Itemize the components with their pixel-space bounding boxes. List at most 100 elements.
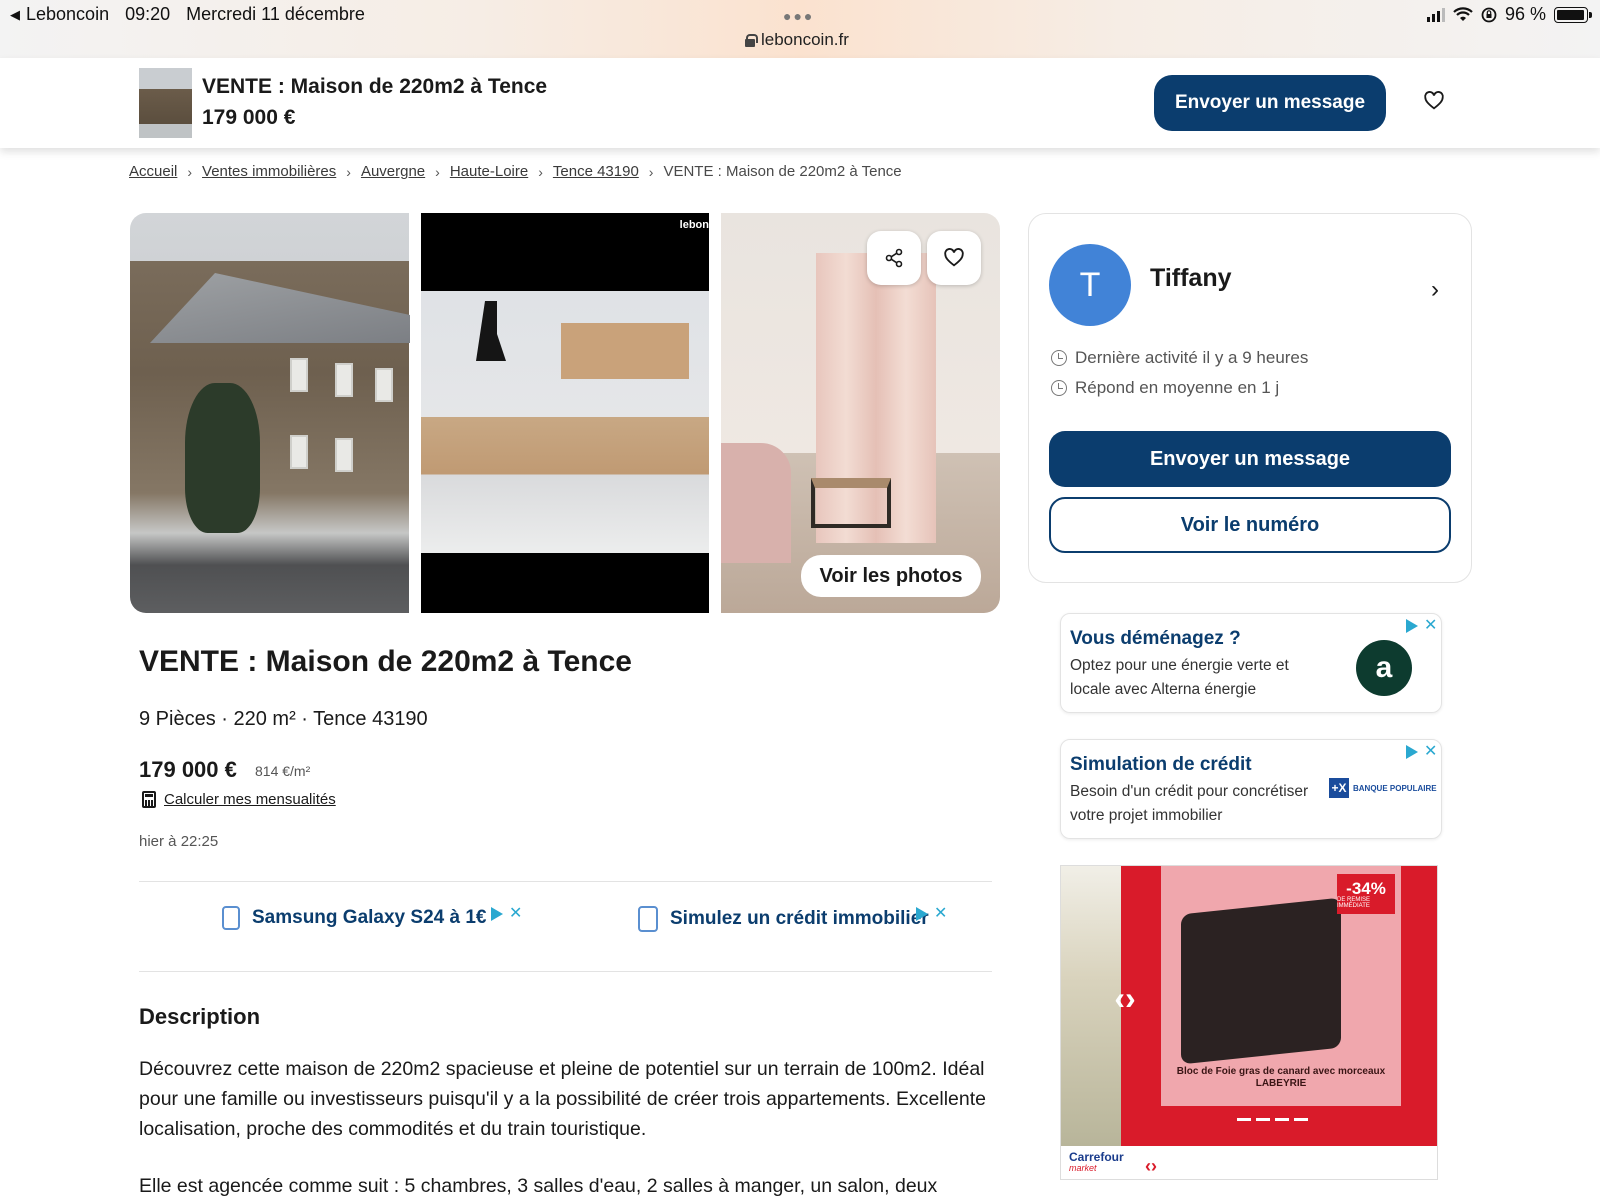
description-paragraph: Elle est agencée comme suit : 5 chambres… bbox=[139, 1175, 938, 1197]
ad-thumbnail[interactable] bbox=[139, 68, 192, 138]
bp-mark-icon: +X bbox=[1329, 778, 1349, 798]
divider bbox=[139, 881, 992, 882]
battery-percent: 96 % bbox=[1504, 4, 1546, 24]
carrefour-banner-ad[interactable]: ‹› -34% DE REMISE IMMÉDIATE Bloc de Foie… bbox=[1060, 865, 1438, 1180]
sticky-message-button[interactable]: Envoyer un message bbox=[1154, 75, 1386, 131]
ios-status-bar: ◀ Leboncoin 09:20 Mercredi 11 décembre ●… bbox=[0, 0, 1600, 58]
view-photos-button[interactable]: Voir les photos bbox=[801, 555, 981, 597]
send-message-button[interactable]: Envoyer un message bbox=[1049, 431, 1451, 487]
chevron-right-icon: › bbox=[538, 163, 543, 180]
cabinet-shape bbox=[561, 323, 689, 379]
wifi-icon bbox=[1453, 6, 1473, 21]
roof-shape bbox=[150, 273, 410, 343]
brand-name: Carrefour bbox=[1069, 1150, 1124, 1164]
window-shape bbox=[335, 363, 353, 397]
back-arrow-icon[interactable]: ◀ bbox=[10, 7, 20, 23]
share-icon bbox=[885, 248, 903, 268]
watermark: lebon bbox=[679, 219, 709, 231]
window-shape bbox=[290, 435, 308, 469]
back-app-label[interactable]: Leboncoin bbox=[26, 4, 109, 25]
seller-name[interactable]: Tiffany bbox=[1150, 264, 1232, 293]
signal-icon bbox=[1426, 7, 1445, 22]
carrefour-logo-icon: ‹› bbox=[1114, 979, 1136, 1016]
seller-card: T Tiffany › Dernière activité il y a 9 h… bbox=[1028, 213, 1472, 583]
side-ad-alterna[interactable]: Vous déménagez ? Optez pour une énergie … bbox=[1060, 613, 1442, 713]
window-shape bbox=[335, 438, 353, 472]
brand-sub: market bbox=[1069, 1163, 1097, 1173]
close-icon[interactable]: ✕ bbox=[509, 906, 522, 922]
adchoices-badge[interactable]: ✕ bbox=[1406, 744, 1437, 760]
discount-sub: DE REMISE IMMÉDIATE bbox=[1337, 896, 1371, 909]
lock-icon bbox=[745, 34, 758, 47]
chevron-right-icon[interactable]: › bbox=[1431, 276, 1439, 304]
favorite-button[interactable] bbox=[927, 231, 981, 285]
description-title: Description bbox=[139, 1004, 261, 1029]
last-activity: Dernière activité il y a 9 heures bbox=[1051, 348, 1308, 368]
adchoices-badge[interactable]: ✕ bbox=[491, 906, 522, 922]
table-shape bbox=[811, 478, 891, 528]
heart-icon bbox=[944, 248, 964, 267]
clock-icon bbox=[1051, 380, 1067, 396]
foie-gras-package bbox=[1181, 897, 1341, 1065]
close-icon[interactable]: ✕ bbox=[934, 906, 947, 922]
ad-price: 179 000 € bbox=[139, 757, 237, 782]
price-per-m2: 814 €/m² bbox=[255, 763, 311, 779]
avatar[interactable]: T bbox=[1049, 244, 1131, 326]
breadcrumb-home[interactable]: Accueil bbox=[129, 163, 177, 180]
promo-credit[interactable]: Simulez un crédit immobilier bbox=[638, 906, 929, 932]
photo-house-exterior[interactable] bbox=[130, 213, 410, 613]
calculator-icon bbox=[638, 906, 658, 932]
clock-icon bbox=[1051, 350, 1067, 366]
breadcrumb-region[interactable]: Auvergne bbox=[361, 163, 425, 180]
heart-icon[interactable] bbox=[1423, 90, 1445, 112]
ad-date: hier à 22:25 bbox=[139, 833, 219, 850]
multitask-dots-icon[interactable]: ●●● bbox=[783, 8, 814, 24]
rotation-lock-icon bbox=[1481, 7, 1497, 22]
close-icon[interactable]: ✕ bbox=[1424, 618, 1437, 634]
side-ad-text: Optez pour une énergie verte et locale a… bbox=[1070, 657, 1289, 698]
sticky-ad-header: VENTE : Maison de 220m2 à Tence 179 000 … bbox=[0, 58, 1600, 148]
promo-samsung[interactable]: Samsung Galaxy S24 à 1€ bbox=[222, 906, 486, 930]
breadcrumb-category[interactable]: Ventes immobilières bbox=[202, 163, 336, 180]
status-left: ◀ Leboncoin 09:20 Mercredi 11 décembre bbox=[10, 4, 365, 25]
status-date: Mercredi 11 décembre bbox=[186, 4, 365, 24]
adchoices-icon bbox=[916, 907, 928, 921]
sticky-price: 179 000 € bbox=[202, 106, 296, 129]
carousel-dots bbox=[1237, 1118, 1308, 1121]
ad-attributes: 9 Pièces · 220 m² · Tence 43190 bbox=[139, 708, 428, 730]
chevron-right-icon: › bbox=[648, 163, 654, 180]
address-bar[interactable]: leboncoin.fr bbox=[745, 30, 849, 50]
window-shape bbox=[290, 358, 308, 392]
photo-gallery[interactable]: lebon Voir les photos bbox=[130, 213, 1000, 613]
product-label: Bloc de Foie gras de canard avec morceau… bbox=[1176, 1066, 1386, 1089]
side-ad-title: Simulation de crédit bbox=[1070, 754, 1252, 775]
response-time-text: Répond en moyenne en 1 j bbox=[1075, 378, 1280, 397]
view-phone-button[interactable]: Voir le numéro bbox=[1049, 497, 1451, 553]
adchoices-badge[interactable]: ✕ bbox=[1406, 618, 1437, 634]
sticky-title: VENTE : Maison de 220m2 à Tence bbox=[202, 75, 548, 98]
carrefour-brand: Carrefour market bbox=[1069, 1150, 1124, 1174]
calc-mensualites[interactable]: Calculer mes mensualités bbox=[142, 791, 336, 808]
adchoices-badge[interactable]: ✕ bbox=[916, 906, 947, 922]
promo-label: Samsung Galaxy S24 à 1€ bbox=[252, 907, 487, 928]
phone-icon bbox=[222, 906, 240, 930]
adchoices-icon bbox=[1406, 619, 1418, 633]
bp-text: BANQUE POPULAIRE bbox=[1353, 783, 1437, 793]
battery-icon bbox=[1554, 6, 1592, 23]
side-ad-credit[interactable]: Simulation de crédit Besoin d'un crédit … bbox=[1060, 739, 1442, 839]
status-time: 09:20 bbox=[125, 4, 171, 24]
alterna-logo: a bbox=[1356, 640, 1412, 696]
breadcrumb-current: VENTE : Maison de 220m2 à Tence bbox=[663, 163, 902, 180]
discount-value: -34% bbox=[1346, 878, 1386, 898]
breadcrumb-department[interactable]: Haute-Loire bbox=[450, 163, 528, 180]
close-icon[interactable]: ✕ bbox=[1424, 744, 1437, 760]
side-ad-text: Besoin d'un crédit pour concrétiser votr… bbox=[1070, 783, 1309, 824]
carrefour-logo-icon: ‹› bbox=[1145, 1156, 1157, 1176]
bed-shape bbox=[721, 443, 791, 563]
share-button[interactable] bbox=[867, 231, 921, 285]
banque-populaire-logo: +X BANQUE POPULAIRE bbox=[1329, 778, 1437, 798]
chevron-right-icon: › bbox=[435, 163, 440, 180]
calc-link[interactable]: Calculer mes mensualités bbox=[164, 791, 336, 808]
breadcrumb-city[interactable]: Tence 43190 bbox=[553, 163, 639, 180]
photo-kitchen[interactable]: lebon bbox=[421, 213, 709, 613]
